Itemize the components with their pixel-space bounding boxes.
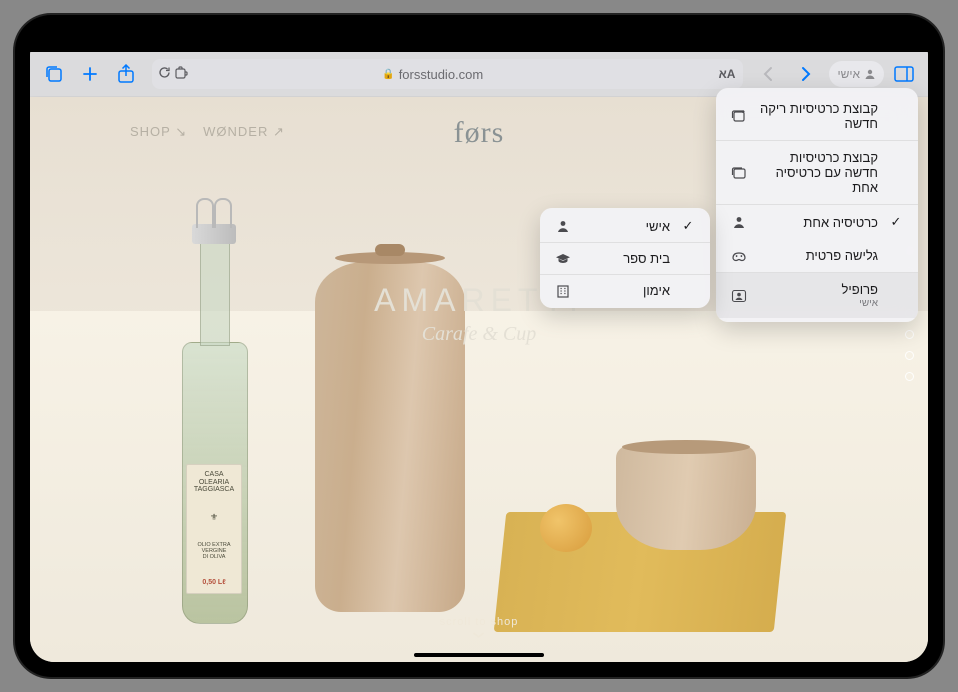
menu-new-group-with-tab-label: קבוצת כרטיסיות חדשה עם כרטיסיה אחת	[758, 150, 878, 195]
cellular-icon	[69, 40, 88, 44]
chevron-down-icon	[472, 630, 486, 640]
battery-icon	[142, 36, 162, 49]
forward-button[interactable]	[789, 58, 821, 90]
site-brand[interactable]: førs	[454, 116, 505, 150]
url-text: forsstudio.com	[399, 67, 484, 82]
reload-icon[interactable]	[158, 66, 171, 82]
menu-one-tab-label: כרטיסיה אחת	[758, 215, 878, 230]
share-button[interactable]	[110, 58, 142, 90]
private-icon	[730, 250, 748, 262]
menu-private-browsing[interactable]: גלישה פרטית	[716, 239, 918, 272]
submenu-item-personal[interactable]: ✓ אישי	[540, 210, 710, 242]
nav-wonder[interactable]: WØNDER ↗	[203, 124, 285, 140]
tabs-button[interactable]	[38, 58, 70, 90]
submenu-item-label: בית ספר	[582, 251, 670, 266]
checkmark-icon: ✓	[888, 214, 904, 230]
bottle-label-mid: OLIO EXTRA VERGINE DI OLIVA	[189, 542, 239, 560]
address-bar[interactable]: 🔒 forsstudio.com אA	[152, 59, 743, 89]
menu-profile-label: פרופיל	[842, 282, 878, 297]
menu-profile-value: אישי	[758, 298, 878, 309]
menu-one-tab[interactable]: ✓ כרטיסיה אחת	[716, 205, 918, 239]
lock-icon: 🔒	[382, 69, 394, 80]
tab-group-icon	[730, 166, 748, 180]
menu-profile[interactable]: פרופיל אישי	[716, 273, 918, 318]
profile-submenu: ✓ אישי בית ספר אימון	[540, 208, 710, 308]
home-indicator[interactable]	[414, 653, 544, 657]
reader-button[interactable]: אA	[719, 67, 736, 81]
sidebar-button[interactable]	[888, 58, 920, 90]
submenu-item-training[interactable]: אימון	[540, 275, 710, 306]
profile-badge-icon	[730, 289, 748, 303]
scene-bottle: CASA OLEARIA TAGGIASCA ⚜ OLIO EXTRA VERG…	[170, 204, 258, 624]
status-bar: 9:41 100% יום ב׳, 5 ביוני	[30, 30, 928, 52]
bottle-label-top: CASA OLEARIA TAGGIASCA	[189, 471, 239, 494]
person-icon	[730, 215, 748, 229]
status-time: 9:41	[44, 36, 65, 48]
checkmark-icon: ✓	[680, 218, 696, 234]
status-date: יום ב׳, 5 ביוני	[852, 36, 914, 48]
ipad-frame: 9:41 100% יום ב׳, 5 ביוני	[15, 15, 943, 677]
profile-pill-label: אישי	[837, 67, 860, 81]
scroll-hint[interactable]: scroll to shop	[440, 616, 519, 640]
scroll-hint-label: scroll to shop	[440, 616, 519, 628]
submenu-item-school[interactable]: בית ספר	[540, 243, 710, 274]
tab-group-plus-icon	[730, 109, 748, 123]
tab-group-menu: קבוצת כרטיסיות ריקה חדשה קבוצת כרטיסיות …	[716, 88, 918, 322]
ipad-screen: 9:41 100% יום ב׳, 5 ביוני	[30, 30, 928, 662]
person-icon	[554, 219, 572, 233]
new-tab-button[interactable]	[74, 58, 106, 90]
wifi-icon	[92, 37, 105, 47]
scene-vase-knob	[375, 244, 405, 256]
scene-fruit	[540, 504, 592, 552]
nav-shop[interactable]: SHOP ↘	[130, 124, 187, 140]
scene-cup	[616, 446, 756, 550]
extensions-icon[interactable]	[175, 66, 189, 82]
submenu-item-label: אישי	[582, 219, 670, 234]
battery-pct: 100%	[109, 36, 137, 48]
menu-new-empty-group-label: קבוצת כרטיסיות ריקה חדשה	[758, 101, 878, 131]
bottle-label-vol: 0,50 Lℓ	[189, 579, 239, 587]
back-button	[753, 58, 785, 90]
graduation-icon	[554, 253, 572, 265]
bottle-label-crest: ⚜	[189, 513, 239, 523]
menu-new-group-with-tab[interactable]: קבוצת כרטיסיות חדשה עם כרטיסיה אחת	[716, 141, 918, 204]
menu-new-empty-group[interactable]: קבוצת כרטיסיות ריקה חדשה	[716, 92, 918, 140]
building-icon	[554, 284, 572, 298]
hero-subtitle: Carafe & Cup	[374, 323, 584, 346]
menu-private-browsing-label: גלישה פרטית	[758, 248, 878, 263]
site-nav: SHOP ↘ WØNDER ↗	[130, 124, 285, 140]
submenu-item-label: אימון	[582, 283, 670, 298]
profile-pill[interactable]: אישי	[829, 61, 884, 87]
bottle-label: CASA OLEARIA TAGGIASCA ⚜ OLIO EXTRA VERG…	[186, 464, 242, 594]
person-icon	[864, 68, 876, 80]
scene-table	[30, 311, 928, 662]
